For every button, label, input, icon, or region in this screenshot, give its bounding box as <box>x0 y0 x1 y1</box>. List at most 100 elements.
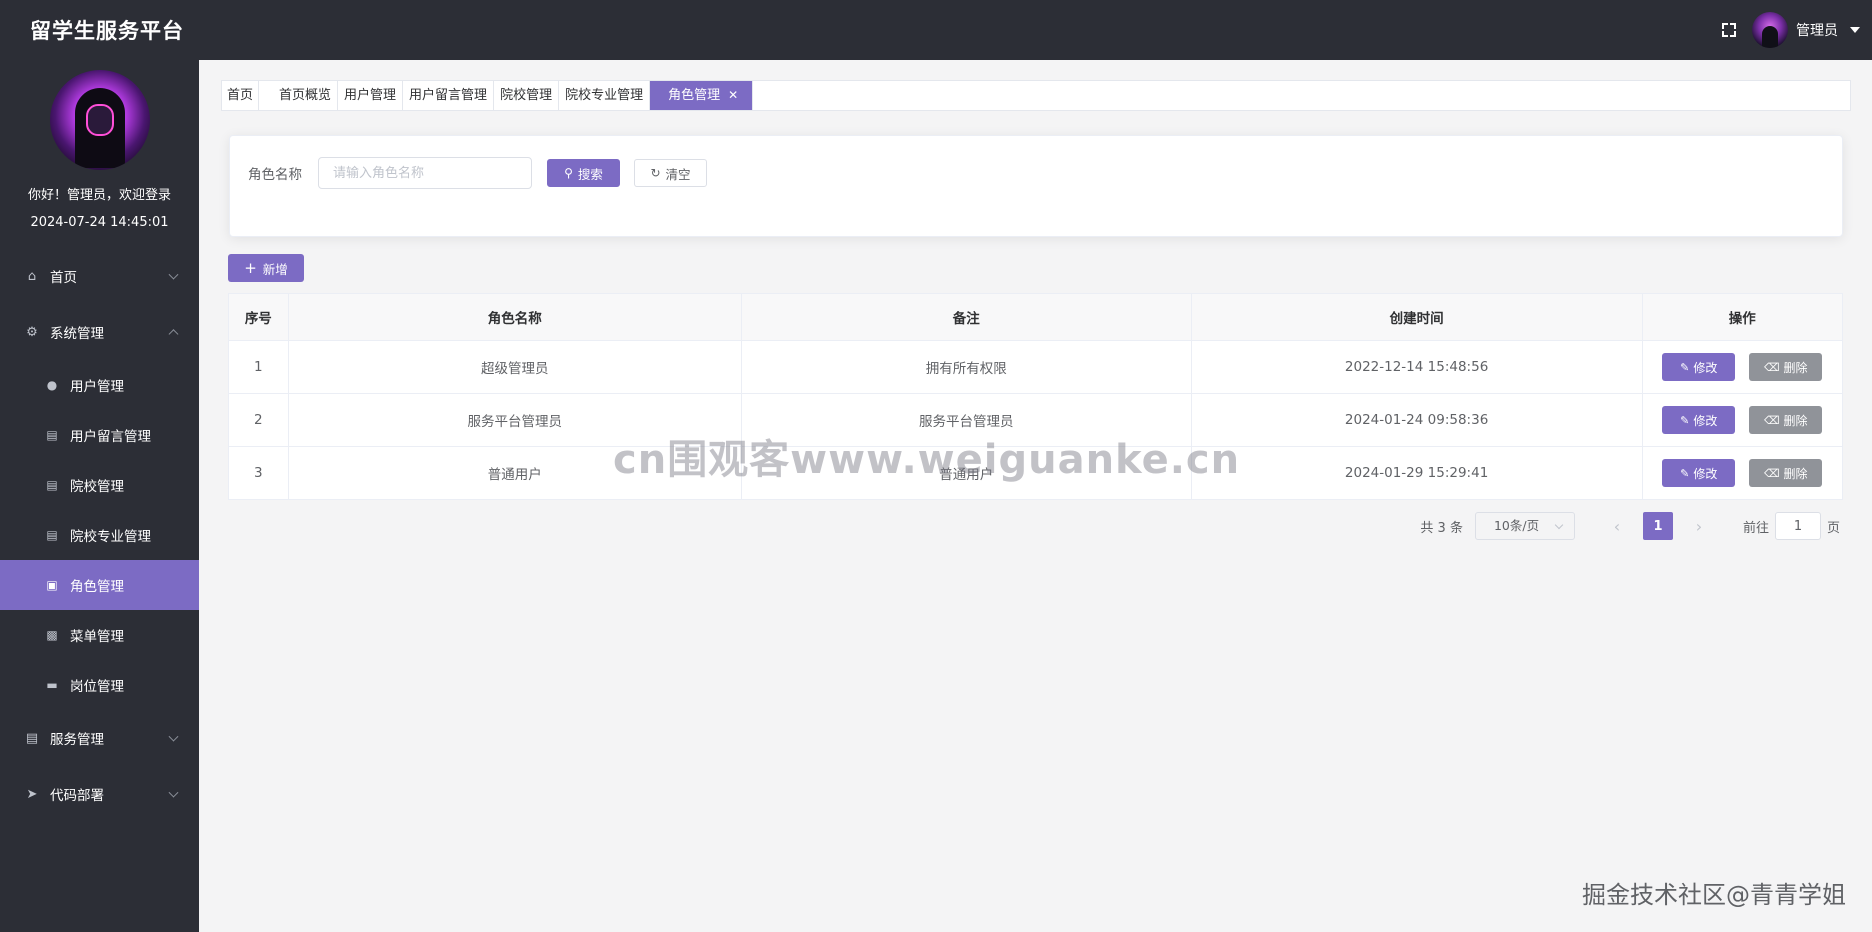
sidebar-item-schools[interactable]: ▤ 院校管理 <box>0 460 199 510</box>
cell-remark: 拥有所有权限 <box>741 340 1192 394</box>
sidebar: 你好！管理员，欢迎登录 2024-07-24 14:45:01 ⌂ 首页 ⚙ 系… <box>0 60 199 932</box>
tab-roles[interactable]: 角色管理 ✕ <box>650 81 754 110</box>
pagination-total: 共 3 条 <box>1420 520 1463 536</box>
role-table: 序号 角色名称 备注 创建时间 操作 1 超级管理员 拥有所有权限 2022-1… <box>228 293 1844 500</box>
caret-down-icon[interactable] <box>1850 27 1860 33</box>
column-header: 角色名称 <box>287 293 742 341</box>
delete-button[interactable]: ⌫ 删除 <box>1749 406 1823 434</box>
cell-index: 1 <box>228 340 289 394</box>
sidebar-subitem-label: 院校专业管理 <box>70 529 151 545</box>
sidebar-item-roles[interactable]: ▣ 角色管理 <box>0 560 199 610</box>
app-title: 留学生服务平台 <box>30 19 184 43</box>
cell-actions: ✎ 修改 ⌫ 删除 <box>1642 446 1844 500</box>
delete-button[interactable]: ⌫ 删除 <box>1749 353 1823 381</box>
sidebar-menu: ⌂ 首页 ⚙ 系统管理 ● 用户管理 ▤ 用户留言管理 ▤ 院校管理 ▤ 院校专… <box>0 248 199 822</box>
prev-page-icon[interactable]: ‹ <box>1603 512 1631 540</box>
column-header: 操作 <box>1641 293 1844 341</box>
sidebar-avatar <box>49 70 150 170</box>
sidebar-item-positions[interactable]: ▬ 岗位管理 <box>0 660 199 710</box>
cell-created-time: 2024-01-29 15:29:41 <box>1191 446 1643 500</box>
sidebar-item-school-majors[interactable]: ▤ 院校专业管理 <box>0 510 199 560</box>
sidebar-item-system[interactable]: ⚙ 系统管理 <box>0 304 199 360</box>
fullscreen-icon[interactable] <box>1720 21 1738 39</box>
goto-label: 前往 <box>1742 520 1769 536</box>
sidebar-item-label: 系统管理 <box>50 326 104 342</box>
edit-label: 修改 <box>1693 413 1718 428</box>
clear-button[interactable]: ↻ 清空 <box>634 159 707 187</box>
delete-label: 删除 <box>1783 360 1808 375</box>
main-content: 首页 首页概览 用户管理 用户留言管理 院校管理 院校专业管理 角色管理 ✕ 角色… <box>199 60 1872 932</box>
chevron-up-icon <box>168 329 179 340</box>
user-area: 管理员 <box>1720 0 1860 60</box>
column-header: 序号 <box>228 293 289 341</box>
sidebar-item-user-messages[interactable]: ▤ 用户留言管理 <box>0 410 199 460</box>
sidebar-subitem-label: 岗位管理 <box>70 679 124 695</box>
clear-button-label: 清空 <box>665 166 691 182</box>
add-button[interactable]: + 新增 <box>228 254 304 282</box>
admin-name[interactable]: 管理员 <box>1796 20 1838 40</box>
page-size-select[interactable]: 10条/页 <box>1474 512 1575 540</box>
sidebar-item-home[interactable]: ⌂ 首页 <box>0 248 199 304</box>
tab-home[interactable]: 首页 <box>222 81 260 110</box>
cell-role-name: 服务平台管理员 <box>288 393 742 447</box>
pencil-icon: ✎ <box>1680 466 1690 480</box>
current-datetime: 2024-07-24 14:45:01 <box>30 215 169 230</box>
add-button-label: 新增 <box>262 261 288 277</box>
document-icon: ▤ <box>46 428 58 442</box>
tab-school-majors[interactable]: 院校专业管理 <box>559 81 651 110</box>
search-icon: ⚲ <box>564 166 573 180</box>
cell-role-name: 超级管理员 <box>288 340 742 394</box>
sidebar-item-menus[interactable]: ▩ 菜单管理 <box>0 610 199 660</box>
sidebar-item-label: 服务管理 <box>50 732 104 748</box>
sidebar-item-label: 代码部署 <box>50 788 104 804</box>
page-number-current[interactable]: 1 <box>1642 512 1673 540</box>
tab-overview[interactable]: 首页概览 <box>259 81 339 110</box>
search-label: 角色名称 <box>248 167 302 183</box>
cell-created-time: 2024-01-24 09:58:36 <box>1191 393 1643 447</box>
tab-user-messages[interactable]: 用户留言管理 <box>403 81 495 110</box>
goto-page-input[interactable] <box>1774 512 1821 540</box>
trash-icon: ⌫ <box>1763 360 1780 374</box>
sidebar-subitem-label: 菜单管理 <box>70 629 124 645</box>
home-icon: ⌂ <box>27 268 37 284</box>
close-icon[interactable]: ✕ <box>728 88 738 102</box>
credit-watermark: 掘金技术社区@青青学姐 <box>1582 881 1846 909</box>
tab-users[interactable]: 用户管理 <box>338 81 404 110</box>
briefcase-icon: ▣ <box>46 578 58 592</box>
delete-button[interactable]: ⌫ 删除 <box>1749 459 1823 487</box>
tab-schools[interactable]: 院校管理 <box>494 81 560 110</box>
table-row: 3 普通用户 普通用户 2024-01-29 15:29:41 ✎ 修改 ⌫ 删除 <box>228 446 1844 500</box>
role-name-input[interactable] <box>318 157 532 189</box>
top-navbar: 留学生服务平台 管理员 <box>0 0 1872 60</box>
search-button[interactable]: ⚲ 搜索 <box>547 159 620 187</box>
chevron-down-icon <box>168 787 179 798</box>
chevron-down-icon <box>168 731 179 742</box>
chevron-down-icon <box>168 269 179 280</box>
trash-icon: ⌫ <box>1763 413 1780 427</box>
next-page-icon[interactable]: › <box>1685 512 1713 540</box>
trash-icon: ⌫ <box>1763 466 1780 480</box>
refresh-icon: ↻ <box>650 166 661 180</box>
column-header: 备注 <box>740 293 1192 341</box>
sidebar-item-deploy[interactable]: ➤ 代码部署 <box>0 766 199 822</box>
ticket-icon: ▬ <box>46 678 58 692</box>
search-panel: 角色名称 ⚲ 搜索 ↻ 清空 <box>229 135 1843 237</box>
pencil-icon: ✎ <box>1680 360 1690 374</box>
sidebar-item-users[interactable]: ● 用户管理 <box>0 360 199 410</box>
sidebar-subitem-label: 用户管理 <box>70 379 124 395</box>
table-row: 1 超级管理员 拥有所有权限 2022-12-14 15:48:56 ✎ 修改 ⌫… <box>228 340 1844 394</box>
table-header: 序号 角色名称 备注 创建时间 操作 <box>228 293 1844 341</box>
cell-index: 3 <box>228 446 289 500</box>
cell-remark: 普通用户 <box>741 446 1192 500</box>
delete-label: 删除 <box>1783 413 1808 428</box>
edit-button[interactable]: ✎ 修改 <box>1662 353 1736 381</box>
edit-button[interactable]: ✎ 修改 <box>1662 459 1736 487</box>
cell-remark: 服务平台管理员 <box>741 393 1192 447</box>
delete-label: 删除 <box>1783 466 1808 481</box>
pencil-icon: ✎ <box>1680 413 1690 427</box>
cell-role-name: 普通用户 <box>288 446 742 500</box>
avatar[interactable] <box>1752 12 1788 48</box>
document-icon: ▤ <box>25 730 39 746</box>
edit-button[interactable]: ✎ 修改 <box>1662 406 1736 434</box>
sidebar-item-services[interactable]: ▤ 服务管理 <box>0 710 199 766</box>
